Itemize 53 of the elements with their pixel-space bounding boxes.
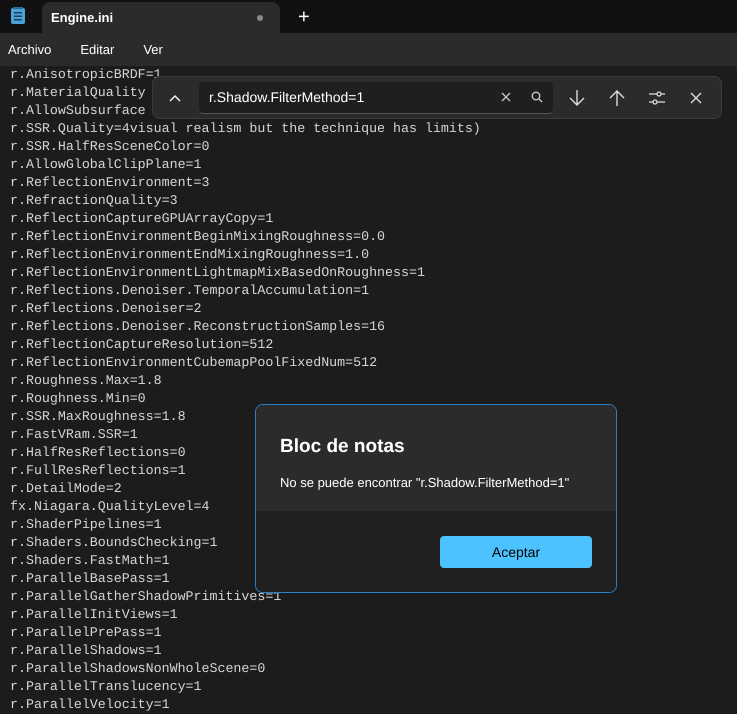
dialog-message: No se puede encontrar "r.Shadow.FilterMethod=1" bbox=[280, 474, 570, 492]
code-line: r.ParallelTranslucency=1 bbox=[10, 678, 202, 696]
search-field[interactable]: r.Shadow.FilterMethod=1 bbox=[199, 82, 553, 114]
code-line: r.ParallelInitViews=1 bbox=[10, 606, 178, 624]
code-line: fx.Niagara.QualityLevel=4 bbox=[10, 498, 210, 516]
code-line: r.ReflectionEnvironmentCubemapPoolFixedNum=512 bbox=[10, 354, 378, 372]
code-line: r.SSR.Quality=4visual realism but the technique has limits) bbox=[10, 120, 481, 138]
code-line: r.AllowSubsurface bbox=[10, 102, 146, 120]
notepad-icon bbox=[11, 7, 25, 24]
code-line: r.AllowGlobalClipPlane=1 bbox=[10, 156, 202, 174]
code-line: r.ReflectionEnvironmentEndMixingRoughness=1.0 bbox=[10, 246, 370, 264]
accept-button[interactable]: Aceptar bbox=[440, 536, 592, 568]
code-line: r.ParallelShadows=1 bbox=[10, 642, 162, 660]
code-line: r.ParallelGatherShadowPrimitives=1 bbox=[10, 588, 282, 606]
code-line: r.Roughness.Max=1.8 bbox=[10, 372, 162, 390]
code-line: r.Shaders.FastMath=1 bbox=[10, 552, 170, 570]
code-line: r.AnisotropicBRDF=1 bbox=[10, 66, 162, 84]
code-line: r.Shaders.BoundsChecking=1 bbox=[10, 534, 218, 552]
dialog-title: Bloc de notas bbox=[280, 435, 406, 459]
new-tab-button[interactable]: + bbox=[298, 7, 310, 27]
code-line: r.FastVRam.SSR=1 bbox=[10, 426, 138, 444]
arrow-down-icon[interactable] bbox=[569, 88, 585, 106]
code-line: r.Roughness.Min=0 bbox=[10, 390, 146, 408]
menu-item[interactable]: Archivo bbox=[8, 40, 52, 60]
code-line: r.ParallelBasePass=1 bbox=[10, 570, 170, 588]
code-line: r.ReflectionCaptureResolution=512 bbox=[10, 336, 274, 354]
menu-item[interactable]: Ver bbox=[143, 40, 163, 60]
clear-icon[interactable] bbox=[501, 92, 511, 102]
code-line: r.ReflectionEnvironment=3 bbox=[10, 174, 210, 192]
code-line: r.Reflections.Denoiser.ReconstructionSamples=16 bbox=[10, 318, 386, 336]
code-line: r.DetailMode=2 bbox=[10, 480, 122, 498]
code-line: r.MaterialQuality bbox=[10, 84, 146, 102]
code-line: r.ParallelVelocity=1 bbox=[10, 696, 170, 714]
code-line: r.RefractionQuality=3 bbox=[10, 192, 178, 210]
code-line: r.ParallelShadowsNonWholeScene=0 bbox=[10, 660, 266, 678]
chevron-up-icon[interactable] bbox=[169, 94, 181, 102]
menu-item[interactable]: Editar bbox=[80, 40, 114, 60]
sliders-icon[interactable] bbox=[649, 90, 665, 104]
search-icon[interactable] bbox=[531, 91, 543, 103]
code-line: r.ReflectionEnvironmentLightmapMixBasedOnRoughness=1 bbox=[10, 264, 425, 282]
code-line: r.ShaderPipelines=1 bbox=[10, 516, 162, 534]
code-line: r.Reflections.Denoiser=2 bbox=[10, 300, 202, 318]
arrow-up-icon[interactable] bbox=[609, 88, 625, 106]
code-line: r.SSR.HalfResSceneColor=0 bbox=[10, 138, 210, 156]
code-line: r.SSR.MaxRoughness=1.8 bbox=[10, 408, 186, 426]
file-tab[interactable]: Engine.ini bbox=[42, 2, 280, 33]
code-line: r.HalfResReflections=0 bbox=[10, 444, 186, 462]
code-line: r.Reflections.Denoiser.TemporalAccumulation=1 bbox=[10, 282, 370, 300]
code-line: r.ReflectionEnvironmentBeginMixingRoughness=0.0 bbox=[10, 228, 386, 246]
code-line: r.ParallelPrePass=1 bbox=[10, 624, 162, 642]
close-icon[interactable] bbox=[690, 92, 702, 104]
code-line: r.ReflectionCaptureGPUArrayCopy=1 bbox=[10, 210, 274, 228]
code-line: r.FullResReflections=1 bbox=[10, 462, 186, 480]
